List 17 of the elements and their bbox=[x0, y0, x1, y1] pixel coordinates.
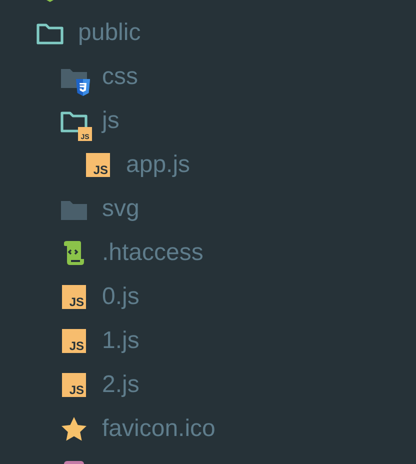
folder-name[interactable]: svg bbox=[102, 195, 140, 223]
file-name[interactable]: favicon.ico bbox=[102, 415, 216, 443]
file-name[interactable]: 0.js bbox=[102, 283, 140, 311]
folder-name[interactable]: public bbox=[78, 19, 141, 47]
js-file-icon: JS bbox=[62, 373, 86, 397]
scroll-icon bbox=[63, 241, 85, 265]
star-icon bbox=[61, 416, 87, 442]
css-shield-icon bbox=[75, 78, 91, 97]
folder-name[interactable]: js bbox=[102, 107, 120, 135]
js-file-icon: JS bbox=[62, 285, 86, 309]
js-file-icon: JS bbox=[62, 329, 86, 353]
js-file-icon: JS bbox=[86, 153, 110, 177]
folder-name[interactable]: css bbox=[102, 63, 138, 91]
file-name[interactable]: 1.js bbox=[102, 327, 140, 355]
file-name[interactable]: 2.js bbox=[102, 371, 140, 399]
file-name[interactable]: app.js bbox=[126, 151, 190, 179]
file-name[interactable]: .htaccess bbox=[102, 239, 204, 267]
